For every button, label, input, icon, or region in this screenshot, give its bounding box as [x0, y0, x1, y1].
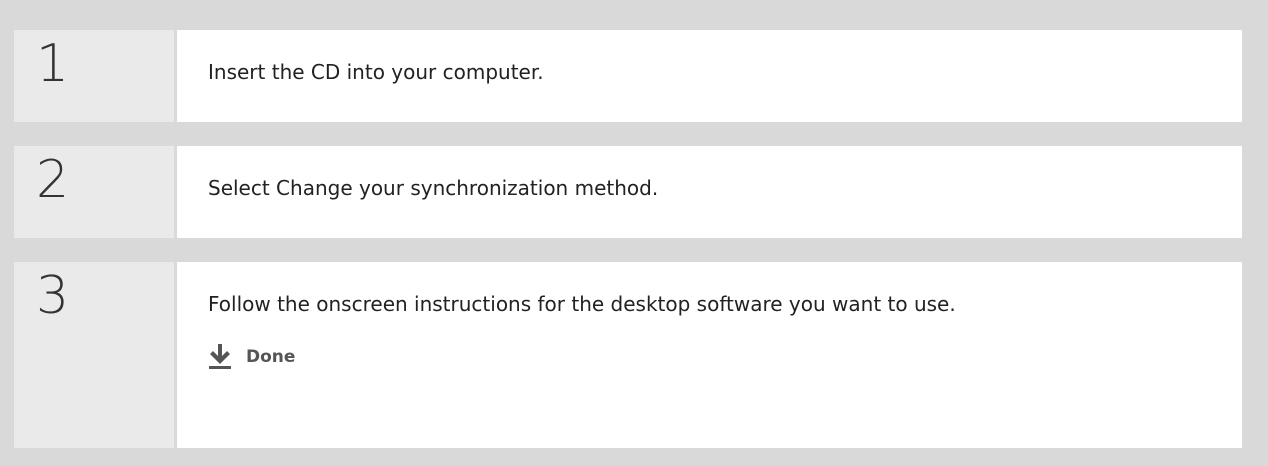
down-arrow-icon: [208, 344, 232, 370]
step-number-cell: 1: [14, 30, 177, 122]
step-instruction: Insert the CD into your computer.: [208, 60, 544, 84]
done-indicator: Done: [208, 344, 1242, 370]
step-2: 2 Select Change your synchronization met…: [14, 146, 1242, 238]
step-content: Insert the CD into your computer.: [177, 30, 1242, 122]
step-1: 1 Insert the CD into your computer.: [14, 30, 1242, 122]
done-label: Done: [246, 347, 296, 367]
steps-list: 1 Insert the CD into your computer. 2 Se…: [14, 30, 1242, 448]
step-3: 3 Follow the onscreen instructions for t…: [14, 262, 1242, 448]
step-content: Select Change your synchronization metho…: [177, 146, 1242, 238]
step-number: 1: [36, 34, 70, 94]
step-number: 3: [36, 266, 70, 326]
step-instruction: Follow the onscreen instructions for the…: [208, 292, 956, 316]
step-number-cell: 2: [14, 146, 177, 238]
step-content: Follow the onscreen instructions for the…: [177, 262, 1242, 448]
step-instruction: Select Change your synchronization metho…: [208, 176, 659, 200]
step-number: 2: [36, 150, 70, 210]
step-number-cell: 3: [14, 262, 177, 448]
